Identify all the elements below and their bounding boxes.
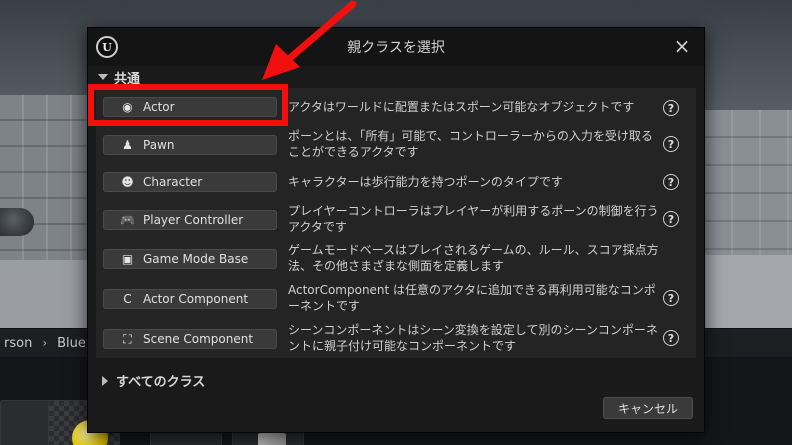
common-section-header[interactable]: 共通: [98, 68, 141, 87]
help-icon[interactable]: ?: [663, 136, 679, 152]
class-description: ActorComponent は任意のアクタに追加できる再利用可能なコンポーネン…: [288, 283, 656, 313]
class-button-label: Player Controller: [143, 213, 244, 227]
breadcrumb-separator: ›: [42, 336, 48, 350]
list-item: C Actor Component ActorComponent は任意のアクタ…: [96, 280, 696, 320]
dialog-title: 親クラスを選択: [347, 40, 445, 56]
cancel-button[interactable]: キャンセル: [603, 397, 693, 419]
scene-component-icon: ⛶: [123, 331, 132, 346]
class-description: プレイヤーコントローラはプレイヤーが利用するポーンの制御を行うアクタです: [288, 204, 659, 234]
help-icon[interactable]: ?: [663, 174, 679, 190]
class-button-label: Scene Component: [143, 332, 254, 346]
common-class-list: ◉ Actor アクタはワールドに配置またはスポーン可能なオブジェクトです ? …: [96, 88, 696, 358]
class-description: キャラクターは歩行能力を持つポーンのタイプです: [288, 175, 563, 189]
class-button-scene-component[interactable]: ⛶ Scene Component: [103, 329, 277, 349]
help-icon[interactable]: ?: [663, 211, 679, 227]
pick-parent-class-dialog: U 親クラスを選択 × 共通 ◉ Actor アクタはワールドに配置またはスポー…: [87, 27, 705, 433]
gamepad-icon: 🎮: [120, 213, 135, 227]
class-description: ポーンとは、「所有」可能で、コントローラーからの入力を受け取ることができるアクタ…: [288, 129, 653, 159]
list-item: 🎮 Player Controller プレイヤーコントローラはプレイヤーが利用…: [96, 201, 696, 241]
breadcrumb-item[interactable]: rson: [4, 336, 32, 351]
class-button-label: Character: [143, 175, 203, 189]
viewport-floor-right: [705, 255, 792, 330]
class-description: シーンコンポーネントはシーン変換を設定して別のシーンコンポーネントに親子付け可能…: [288, 323, 658, 353]
list-item: ▣ Game Mode Base ゲームモードベースはプレイされるゲームの、ルー…: [96, 240, 696, 280]
help-icon[interactable]: ?: [663, 330, 679, 346]
class-button-actor-component[interactable]: C Actor Component: [103, 289, 277, 309]
class-description: ゲームモードベースはプレイされるゲームの、ルール、スコア採点方法、その他さまざま…: [288, 243, 659, 273]
class-button-label: Game Mode Base: [143, 252, 249, 266]
close-icon[interactable]: ×: [672, 36, 692, 57]
class-button-pawn[interactable]: ♟ Pawn: [103, 135, 277, 155]
class-button-character[interactable]: ☻ Character: [103, 172, 277, 192]
dialog-title-bar[interactable]: U 親クラスを選択 ×: [88, 28, 704, 66]
help-icon[interactable]: ?: [663, 100, 679, 116]
list-item: ⛶ Scene Component シーンコンポーネントはシーン変換を設定して別…: [96, 320, 696, 360]
class-button-label: Pawn: [143, 138, 175, 152]
actor-sphere-icon: ◉: [122, 100, 133, 114]
section-label: すべてのクラス: [116, 375, 206, 390]
class-description: アクタはワールドに配置またはスポーン可能なオブジェクトです: [288, 100, 635, 114]
class-button-actor[interactable]: ◉ Actor: [103, 97, 277, 117]
list-item: ◉ Actor アクタはワールドに配置またはスポーン可能なオブジェクトです ?: [96, 88, 696, 128]
viewport-weapon-mesh: [0, 208, 34, 236]
pawn-figure-icon: ♟: [122, 138, 133, 152]
section-label: 共通: [114, 71, 141, 87]
chevron-down-icon: [98, 74, 108, 80]
all-classes-section-header[interactable]: すべてのクラス: [102, 371, 205, 390]
character-bust-icon: ☻: [121, 175, 134, 189]
class-button-game-mode-base[interactable]: ▣ Game Mode Base: [103, 249, 277, 269]
unreal-logo-icon: U: [96, 36, 118, 58]
class-button-player-controller[interactable]: 🎮 Player Controller: [103, 210, 277, 230]
list-item: ♟ Pawn ポーンとは、「所有」可能で、コントローラーからの入力を受け取ること…: [96, 126, 696, 166]
class-button-label: Actor: [143, 100, 175, 114]
game-mode-image-icon: ▣: [121, 252, 134, 266]
chevron-right-icon: [102, 375, 108, 386]
list-item: ☻ Character キャラクターは歩行能力を持つポーンのタイプです ?: [96, 164, 696, 204]
viewport-floor-left: [0, 260, 95, 330]
actor-component-icon: C: [123, 292, 132, 306]
class-button-label: Actor Component: [143, 292, 249, 306]
help-icon[interactable]: ?: [663, 290, 679, 306]
